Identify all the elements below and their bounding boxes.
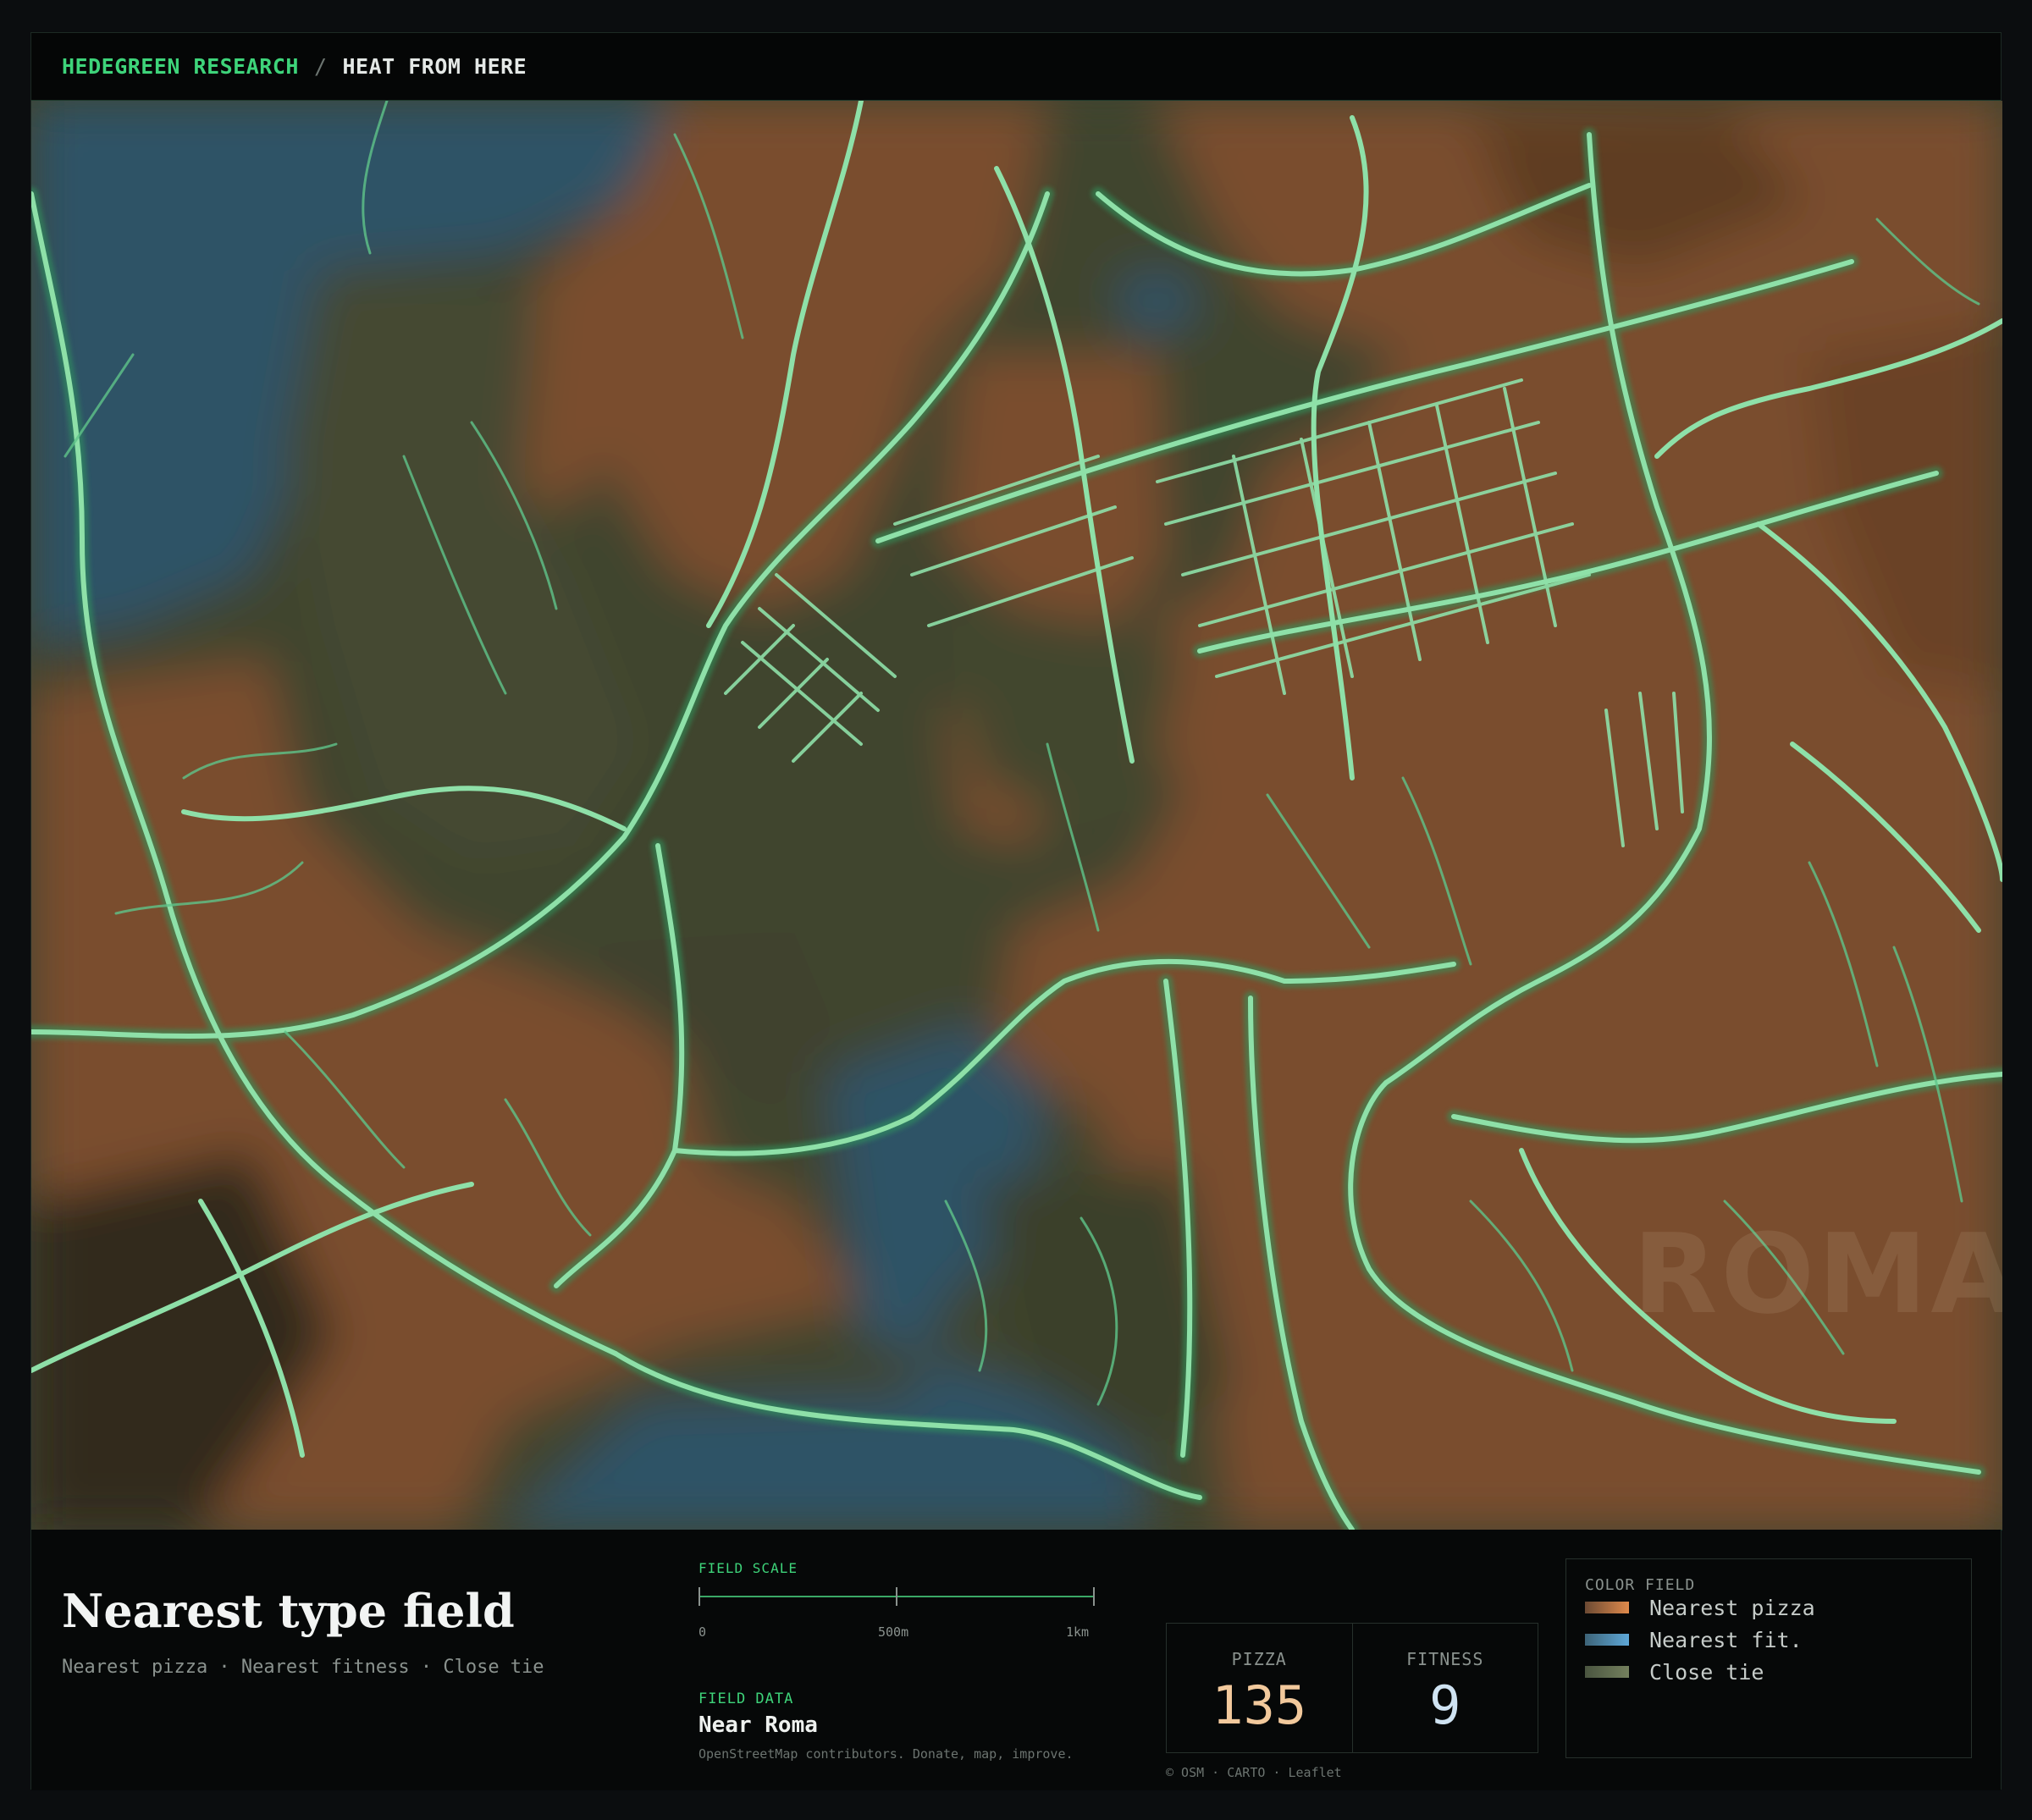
brand-name[interactable]: HEDEGREEN RESEARCH [62, 54, 299, 79]
field-scale-label: FIELD SCALE [698, 1560, 798, 1576]
legend-item-fitness: Nearest fit. [1585, 1624, 1952, 1656]
scale-tick-label-1km: 1km [1066, 1624, 1090, 1640]
stat-pizza: PIZZA 135 [1167, 1624, 1352, 1752]
scale-tick-label-500m: 500m [878, 1624, 909, 1640]
field-scale-bar [698, 1584, 1095, 1609]
stat-fitness-label: FITNESS [1406, 1649, 1484, 1669]
scale-tick-start [698, 1587, 700, 1606]
legend-item-pizza: Nearest pizza [1585, 1591, 1952, 1624]
field-data-credit: OpenStreetMap contributors. Donate, map,… [698, 1746, 1074, 1762]
stat-pizza-value: 135 [1212, 1674, 1307, 1736]
legend-swatch-pizza [1585, 1602, 1629, 1613]
stat-fitness-value: 9 [1429, 1674, 1461, 1736]
stat-pizza-label: PIZZA [1231, 1649, 1287, 1669]
legend-label-pizza: Nearest pizza [1649, 1595, 1815, 1620]
info-panel: Nearest type field Nearest pizza · Neare… [31, 1530, 2001, 1790]
panel-subtitle: Nearest pizza · Nearest fitness · Close … [62, 1657, 544, 1678]
legend-label-fitness: Nearest fit. [1649, 1627, 1803, 1652]
field-data-label: FIELD DATA [698, 1690, 794, 1707]
page-section: HEAT FROM HERE [342, 54, 527, 79]
field-data-place: Near Roma [698, 1712, 818, 1738]
app-frame: HEDEGREEN RESEARCH / HEAT FROM HERE ROMA… [30, 32, 2002, 1790]
map-place-watermark: ROMA [1632, 1210, 2002, 1338]
top-bar: HEDEGREEN RESEARCH / HEAT FROM HERE [31, 33, 2001, 101]
scale-tick-label-0: 0 [698, 1624, 707, 1640]
breadcrumb-separator: / [313, 54, 328, 79]
legend-label-tie: Close tie [1649, 1659, 1764, 1685]
legend-swatch-tie [1585, 1666, 1629, 1678]
scale-tick-mid [896, 1587, 897, 1606]
map-view[interactable]: ROMA [31, 101, 2002, 1530]
stat-fitness: FITNESS 9 [1351, 1624, 1538, 1752]
count-stats: PIZZA 135 FITNESS 9 [1166, 1623, 1538, 1753]
legend-title: COLOR FIELD [1585, 1576, 1696, 1594]
panel-title: Nearest type field [62, 1584, 515, 1638]
scale-tick-end [1093, 1587, 1095, 1606]
map-attribution[interactable]: © OSM · CARTO · Leaflet [1166, 1765, 1342, 1780]
legend-item-tie: Close tie [1585, 1656, 1952, 1688]
color-legend: COLOR FIELD Nearest pizza Nearest fit. C… [1565, 1558, 1972, 1758]
legend-swatch-fitness [1585, 1634, 1629, 1646]
